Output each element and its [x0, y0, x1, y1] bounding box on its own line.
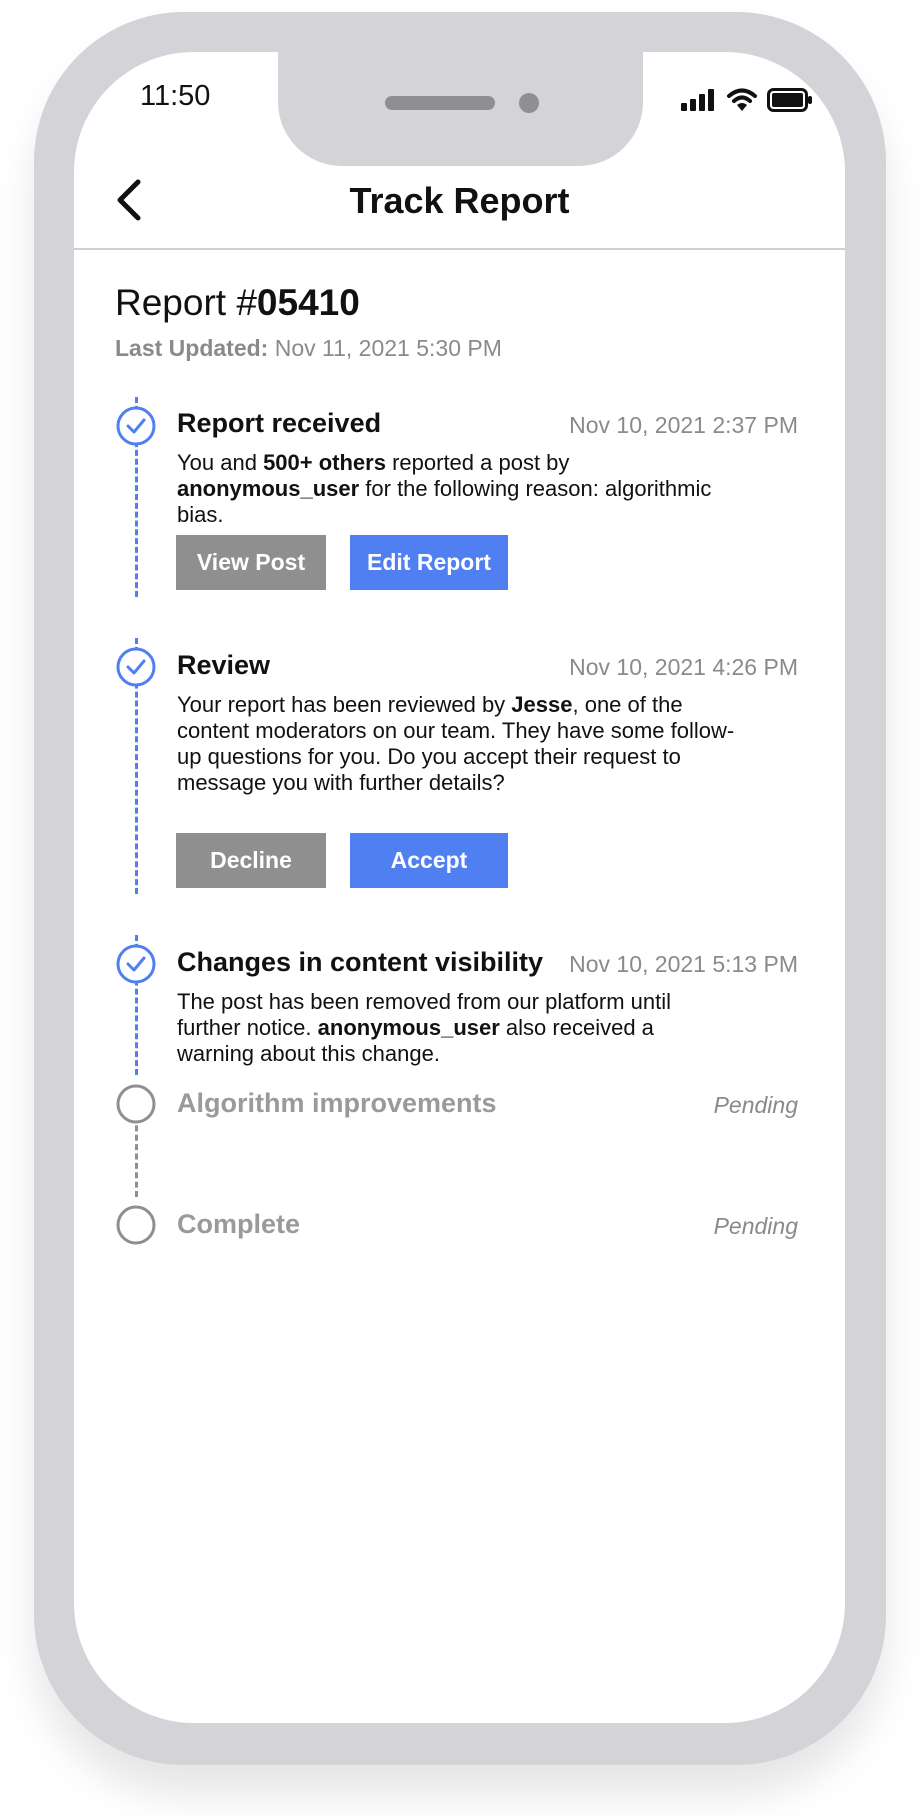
step-title-review: Review — [177, 650, 271, 680]
last-updated: Last Updated: Nov 11, 2021 5:30 PM — [115, 335, 502, 362]
report-title-prefix: Report # — [115, 282, 257, 323]
last-updated-label: Last Updated: — [115, 335, 269, 361]
step-time: Nov 10, 2021 5:13 PM — [569, 951, 798, 977]
step-title-report-received: Report received — [177, 408, 382, 438]
check-circle-icon — [116, 406, 156, 446]
desc-bold: anonymous_user — [317, 1015, 500, 1040]
step-description: The post has been removed from our platf… — [177, 989, 737, 1067]
phone-screen: 11:50 Track Report Report #05410 Last Up… — [74, 52, 845, 1723]
step-title-complete: Complete — [177, 1209, 301, 1239]
navigation-bar: Track Report — [74, 52, 845, 250]
step-time: Nov 10, 2021 2:37 PM — [569, 412, 798, 438]
step-title-content-visibility: Changes in content visibility — [177, 947, 544, 977]
desc-bold: 500+ others — [263, 450, 386, 475]
desc-text: You and — [177, 450, 264, 475]
last-updated-value: Nov 11, 2021 5:30 PM — [274, 335, 502, 361]
report-title: Report #05410 — [115, 282, 360, 324]
timeline-connector — [135, 1116, 138, 1197]
decline-button[interactable]: Decline — [176, 833, 326, 888]
desc-bold: Jesse — [511, 692, 573, 717]
step-title-algorithm-improvements: Algorithm improvements — [177, 1088, 497, 1118]
step-description: Your report has been reviewed by Jesse, … — [177, 692, 737, 796]
check-circle-icon — [116, 647, 156, 687]
edit-report-button[interactable]: Edit Report — [350, 535, 508, 590]
desc-text: Your report has been reviewed by — [177, 692, 512, 717]
accept-button[interactable]: Accept — [350, 833, 508, 888]
report-number: 05410 — [256, 282, 360, 323]
check-circle-icon — [116, 944, 156, 984]
step-status-pending: Pending — [713, 1092, 798, 1118]
empty-circle-icon — [116, 1205, 156, 1245]
empty-circle-icon — [116, 1084, 156, 1124]
step-time: Nov 10, 2021 4:26 PM — [569, 654, 798, 680]
page-title: Track Report — [349, 180, 570, 221]
desc-bold: anonymous_user — [177, 476, 360, 501]
step-description: You and 500+ others reported a post by a… — [177, 450, 737, 528]
view-post-button[interactable]: View Post — [176, 535, 326, 590]
desc-text: reported a post by — [385, 450, 570, 475]
step-status-pending: Pending — [713, 1213, 798, 1239]
